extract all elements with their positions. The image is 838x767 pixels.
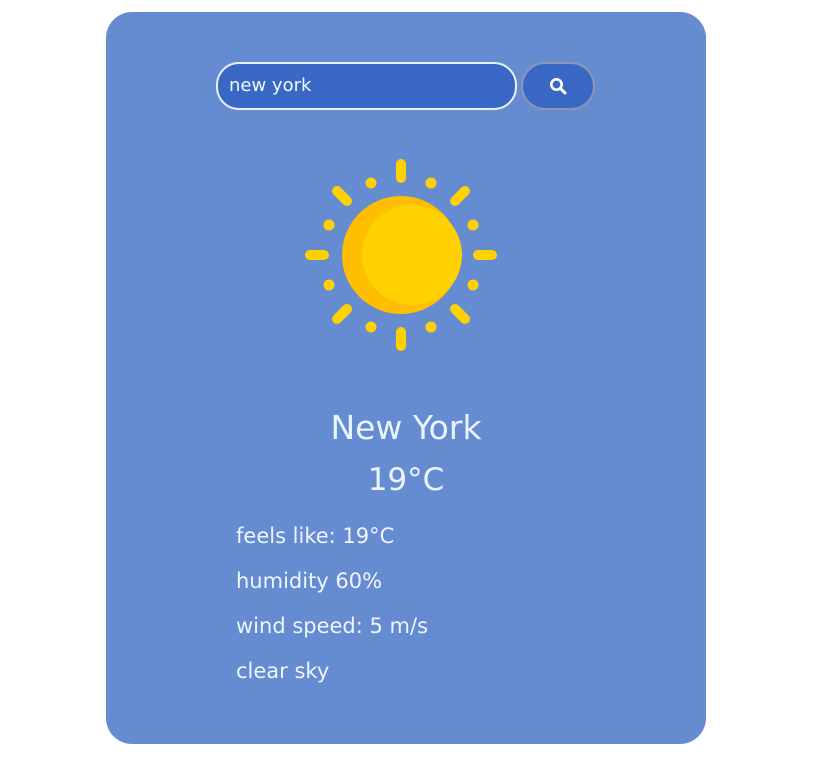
weather-card: New York 19°C feels like: 19°C humidity … [106,12,706,744]
wind-speed: wind speed: 5 m/s [236,614,429,638]
weather-details: feels like: 19°C humidity 60% wind speed… [236,522,428,702]
city-name: New York [330,408,482,447]
sun-icon [305,159,497,351]
search-input[interactable] [216,62,517,110]
feels-like: feels like: 19°C [236,524,395,548]
search-icon [550,78,567,95]
temperature: 19°C [367,462,445,498]
humidity: humidity 60% [236,569,383,593]
search-button[interactable] [521,62,595,110]
weather-description: clear sky [236,659,330,683]
